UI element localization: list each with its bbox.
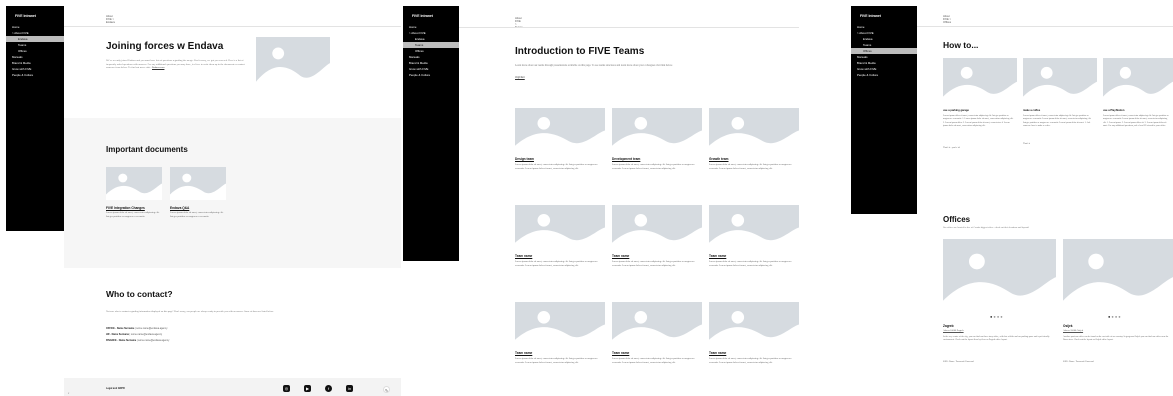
team-image-placeholder [709,302,799,347]
office-image-placeholder [1063,239,1173,312]
office-image-placeholder [943,239,1056,312]
sidebar-title: FIVE Intranet [15,14,36,18]
intro-link[interactable]: Endava.com [152,66,164,69]
page-title: Joining forces w Endava [106,41,224,52]
contact-intro: Not sure who to contact regarding inform… [106,310,274,313]
breadcrumb[interactable]: About FIVE > Endava [106,15,115,24]
team-image-placeholder [515,205,605,250]
contact-line: FINANCE - Name Surname | some.name@endav… [106,339,170,342]
team-link[interactable]: Growth team [709,157,728,161]
team-link[interactable]: Design team [515,157,534,161]
office-text: In the very center of the city, you can … [943,336,1050,342]
sidebar: FIVE Intranet Home > About FIVE Endava T… [851,6,917,214]
howto-title: use a parking garage [943,109,969,112]
carousel-dots[interactable]: ●●●● [1108,314,1122,319]
team-link[interactable]: Team name [709,351,726,355]
office-address-link[interactable]: Adress 10000 Zagreb [943,329,1053,333]
team-text: Lorem ipsum dolor sit amet, consectetur … [515,357,598,364]
divider [917,26,1173,27]
howto-text: Lorem ipsum dolor sit amet, consectetur … [1023,115,1092,127]
team-image-placeholder [515,302,605,347]
footer-link[interactable]: Legal and GDPR [106,387,125,390]
team-link[interactable]: Development team [612,157,640,161]
linkedin-icon[interactable]: in [346,385,353,392]
team-text: Lorem ipsum dolor sit amet, consectetur … [612,163,695,170]
sidebar-title: FIVE Intranet [412,14,433,18]
team-link[interactable]: Team name [515,254,532,258]
team-text: Lorem ipsum dolor sit amet, consectetur … [515,163,598,170]
team-image-placeholder [709,205,799,250]
team-image-placeholder [612,205,702,250]
facebook-icon[interactable]: f [325,385,332,392]
team-text: Lorem ipsum dolor sit amet, consectetur … [515,260,598,267]
howto-text: Lorem ipsum dolor sit amet, consectetur … [1103,115,1169,127]
sidebar-item-people[interactable]: People & Culture [851,72,917,78]
team-text: Lorem ipsum dolor sit amet, consectetur … [612,357,695,364]
howto-title: make a coffee [1023,109,1041,112]
office-wifi: SSID: Name / Password: Password [1063,361,1094,363]
doc-text: Lorem ipsum dolor sit amet, consectetur … [106,211,160,218]
team-text: Lorem ipsum dolor sit amet, consectetur … [612,260,695,267]
doc-image-placeholder [170,167,226,200]
howto-extra: That's it [1023,143,1031,145]
team-link[interactable]: Team name [515,351,532,355]
orgchart-link[interactable]: OrgChart [515,76,525,80]
team-image-placeholder [612,302,702,347]
team-text: Lorem ipsum dolor sit amet, consectetur … [709,260,792,267]
howto-image-placeholder [943,58,1017,104]
divider [64,26,401,27]
breadcrumb[interactable]: About FIVE > Offices [943,15,951,24]
sidebar: FIVE Intranet Home > About FIVE Endava T… [6,6,64,231]
sidebar-item-people[interactable]: People & Culture [403,72,459,78]
intro-text: We've recently joined Endava and you mus… [106,59,245,70]
team-image-placeholder [709,108,799,153]
carousel-dots[interactable]: ●●●● [990,314,1004,319]
team-link[interactable]: Team name [612,254,629,258]
sidebar-title: FIVE Intranet [860,14,881,18]
office-city: Osijek [1063,324,1073,328]
team-text: Lorem ipsum dolor sit amet, consectetur … [709,357,792,364]
sidebar: FIVE Intranet Home > About FIVE Endava T… [403,6,459,261]
doc-text: Lorem ipsum dolor sit amet, consectetur … [170,211,224,218]
doc-link[interactable]: FIVE Integration Changes [106,206,145,210]
office-address-link[interactable]: Adress 31000 Osijek [1063,329,1171,333]
team-image-placeholder [612,108,702,153]
doc-link[interactable]: Endava Q&A [170,206,189,210]
howto-extra: That's it - you're in! [943,147,961,149]
howto-image-placeholder [1023,58,1097,104]
offices-title: Offices [943,215,971,224]
offices-intro: Our offices are located in five of Croat… [943,227,1030,229]
team-link[interactable]: Team name [709,254,726,258]
edit-icon[interactable]: ✎ [383,386,390,393]
instagram-icon[interactable]: ◎ [283,385,290,392]
hero-image-placeholder [256,37,330,93]
page-title: Introduction to FIVE Teams [515,46,645,57]
howto-image-placeholder [1103,58,1173,104]
chevron-down-icon[interactable]: ▾ [68,392,69,395]
contact-title: Who to contact? [106,289,173,299]
page-title: How to... [943,40,979,50]
howto-title: use a PlayStation [1103,109,1125,112]
team-image-placeholder [515,108,605,153]
sidebar-item-people[interactable]: People & Culture [6,72,64,78]
documents-title: Important documents [106,145,188,154]
team-link[interactable]: Team name [612,351,629,355]
divider [459,27,799,28]
office-text: Another spacious office can be found on … [1063,336,1169,342]
youtube-icon[interactable]: ▶ [304,385,311,392]
howto-text: Lorem ipsum dolor sit amet, consectetur … [943,115,1014,127]
office-wifi: SSID: Name / Password: Password [943,361,974,363]
contact-line: OFFICE - Name Surname | some.name@endava… [106,327,168,330]
doc-image-placeholder [106,167,162,200]
intro-text: Learn more about our teams through prese… [515,64,673,67]
office-city: Zagreb [943,324,954,328]
contact-line: HR - Name Surname | some.name@endava.age… [106,333,163,336]
team-text: Lorem ipsum dolor sit amet, consectetur … [709,163,792,170]
